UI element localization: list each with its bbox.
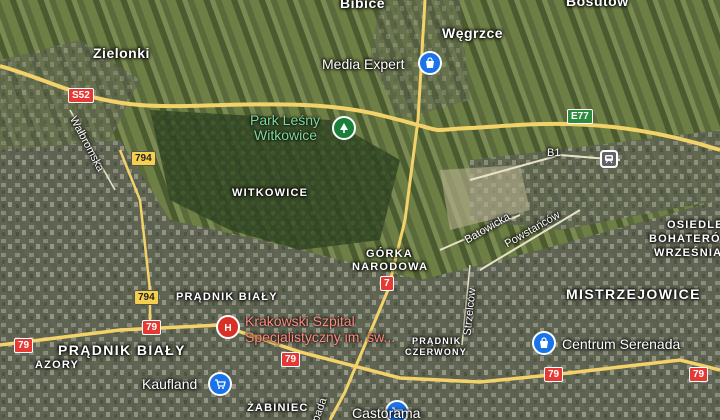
svg-text:H: H — [224, 323, 231, 333]
poi-park-witkowice-label[interactable]: Witkowice — [254, 128, 317, 142]
train-icon[interactable] — [600, 150, 618, 168]
hospital-icon[interactable]: H — [216, 315, 240, 339]
label-osiedle: OSIEDLE — [667, 219, 720, 231]
poi-hospital-label-line1[interactable]: Krakowski Szpital — [245, 314, 355, 328]
label-bohaterow: BOHATERÓ — [649, 233, 720, 245]
label-gorka-line2: NARODOWA — [352, 261, 429, 273]
road-shield-79-b: 79 — [14, 338, 34, 353]
poi-castorama-label[interactable]: Castorama — [352, 406, 420, 420]
road-shield-79-e: 79 — [689, 367, 709, 382]
shopping-cart-icon[interactable] — [208, 372, 232, 396]
road-shield-s52: S52 — [68, 88, 94, 103]
label-bibice: Bibice — [340, 0, 386, 11]
shopping-bag-icon[interactable] — [532, 331, 556, 355]
road-shield-79-a: 79 — [142, 320, 162, 335]
label-wrzesnia: WRZEŚNIA — [654, 247, 720, 259]
label-witkowice: WITKOWICE — [232, 187, 309, 199]
poi-kaufland-label[interactable]: Kaufland — [142, 377, 197, 391]
poi-media-expert-label[interactable]: Media Expert — [322, 57, 404, 71]
label-zabiniec: ŻABINIEC — [247, 402, 309, 414]
road-shield-7: 7 — [380, 276, 394, 291]
road-shield-e77: E77 — [567, 109, 593, 124]
label-zielonki: Zielonki — [93, 45, 150, 61]
road-shield-794-lower: 794 — [134, 290, 159, 305]
poi-hospital-label-line2[interactable]: Specjalistyczny im. św... — [245, 330, 395, 344]
satellite-map[interactable]: Bibice Węgrzce Bosutów Zielonki WITKOWIC… — [0, 0, 720, 420]
street-b1: B1 — [547, 147, 561, 159]
road-shield-79-d: 79 — [544, 367, 564, 382]
label-wegrzce: Węgrzce — [442, 25, 504, 41]
label-mistrzejowice: MISTRZEJOWICE — [566, 286, 701, 302]
poi-centrum-serenada-label[interactable]: Centrum Serenada — [562, 337, 680, 351]
label-pradnik-bialy-upper: PRĄDNIK BIAŁY — [176, 291, 278, 303]
road-shield-794-upper: 794 — [131, 151, 156, 166]
label-pradnik-czerwony-line1: PRĄDNIK — [412, 336, 462, 346]
label-bosutow: Bosutów — [566, 0, 629, 9]
shopping-bag-icon[interactable] — [418, 51, 442, 75]
label-azory: AZORY — [35, 359, 80, 371]
label-pradnik-czerwony-line2: CZERWONY — [405, 347, 467, 357]
road-shield-79-c: 79 — [281, 352, 301, 367]
tree-icon[interactable] — [332, 116, 356, 140]
label-gorka-line1: GÓRKA — [366, 248, 413, 260]
poi-park-lesny-label[interactable]: Park Leśny — [250, 113, 320, 127]
label-pradnik-bialy-lower: PRĄDNIK BIAŁY — [58, 342, 186, 358]
